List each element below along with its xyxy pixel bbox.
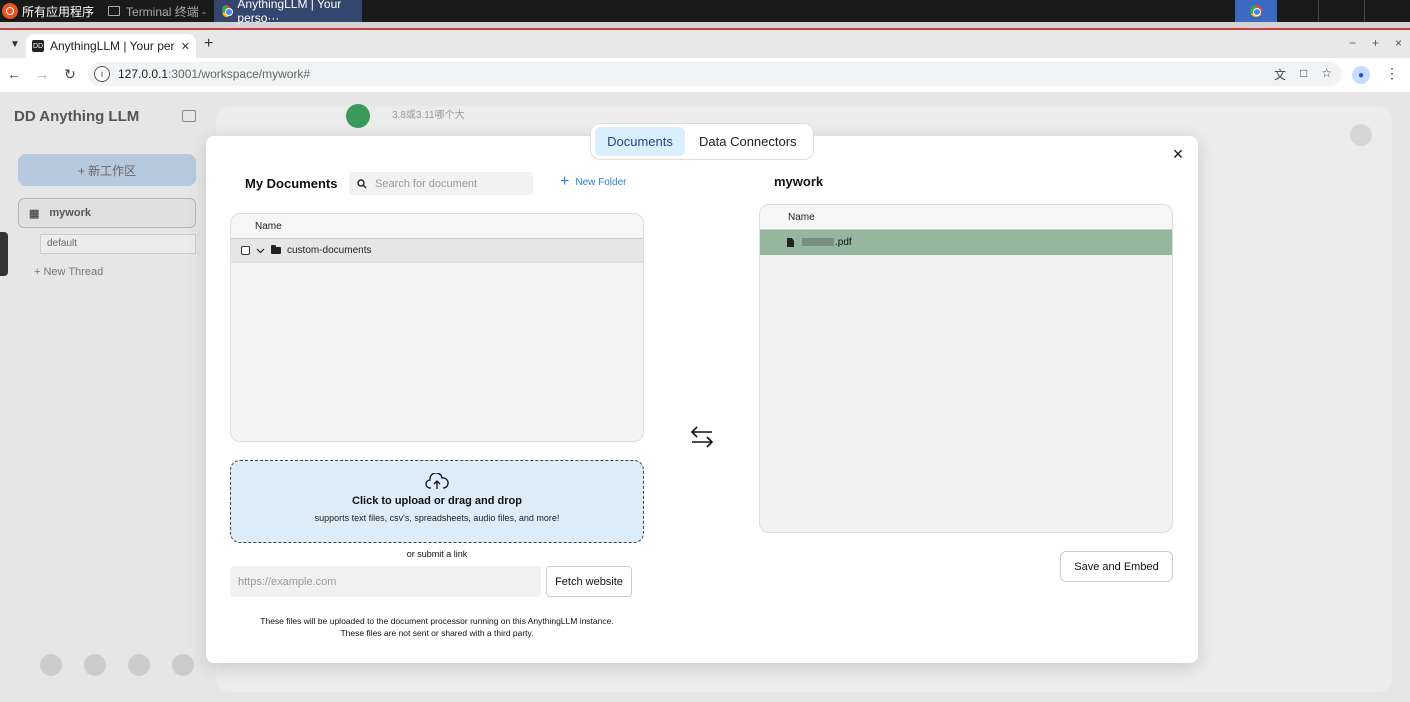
new-folder-label: New Folder (575, 176, 627, 188)
workspace-name: mywork (49, 207, 91, 219)
my-documents-panel: Name custom-documents (230, 213, 644, 442)
footer-icon[interactable] (128, 654, 150, 676)
new-thread-button[interactable]: + New Thread (34, 266, 103, 278)
workspace-documents-title: mywork (774, 174, 824, 189)
window-controls: − + × (1349, 36, 1402, 50)
taskbar-item-browser[interactable]: AnythingLLM | Your perso··· (214, 0, 363, 25)
browser-menu-icon[interactable]: ⋮ (1385, 65, 1399, 82)
chrome-icon (1250, 5, 1262, 17)
url-path: :3001/workspace/mywork# (168, 67, 311, 81)
tab-data-connectors[interactable]: Data Connectors (689, 127, 807, 156)
forward-arrow-icon[interactable]: → (34, 66, 50, 82)
disclaimer-line: These files will be uploaded to the docu… (260, 616, 614, 626)
close-modal-icon[interactable]: × (1170, 145, 1186, 163)
folder-row[interactable]: custom-documents (231, 239, 643, 263)
anythingllm-favicon-icon: DD (32, 40, 44, 52)
tab-search-icon[interactable]: ▼ (4, 33, 26, 55)
fetch-website-button[interactable]: Fetch website (546, 566, 632, 597)
url-text[interactable]: 127.0.0.1:3001/workspace/mywork# (118, 67, 310, 81)
taskbar-item-terminal[interactable]: Terminal 终端 - (100, 0, 214, 22)
page-icon[interactable]: □ (1300, 66, 1307, 83)
url-host: 127.0.0.1 (118, 67, 169, 81)
chevron-down-icon[interactable] (256, 248, 265, 254)
document-search[interactable] (349, 172, 533, 195)
swap-arrows-icon (690, 426, 714, 448)
new-tab-button[interactable]: + (204, 35, 213, 53)
sidebar-item-mywork[interactable]: ▦ mywork (18, 198, 196, 228)
tray-divider (1364, 0, 1365, 22)
profile-avatar-icon[interactable]: ● (1352, 66, 1370, 84)
chat-avatar (346, 104, 370, 128)
sidebar-footer (40, 654, 194, 676)
address-bar[interactable]: i 127.0.0.1:3001/workspace/mywork# 文 □ ☆ (88, 62, 1342, 86)
or-submit-link-label: or submit a link (406, 549, 468, 559)
upload-dropzone[interactable]: Click to upload or drag and drop support… (230, 460, 644, 543)
chrome-icon (222, 5, 234, 17)
file-icon (787, 238, 794, 247)
column-header-name: Name (760, 205, 1172, 230)
bookmark-star-icon[interactable]: ☆ (1321, 66, 1332, 83)
omnibox-actions: 文 □ ☆ (1274, 66, 1332, 83)
my-documents-title: My Documents (245, 176, 338, 191)
sidebar: DD Anything LLM + 新工作区 ▦ mywork default … (0, 92, 210, 702)
folder-checkbox[interactable] (241, 246, 250, 255)
folder-icon (271, 245, 281, 254)
file-name: .pdf (802, 237, 852, 248)
settings-wrench-icon[interactable] (172, 654, 194, 676)
chat-message-preview: 3.8或3.11哪个大 (392, 110, 465, 121)
cloud-upload-icon (425, 473, 449, 489)
site-info-icon[interactable]: i (94, 66, 110, 82)
edge-drawer-handle[interactable] (0, 232, 8, 276)
upload-subtitle: supports text files, csv's, spreadsheets… (314, 513, 560, 523)
ubuntu-logo-icon (2, 3, 18, 19)
upload-title: Click to upload or drag and drop (352, 495, 522, 507)
file-row[interactable]: .pdf (760, 230, 1172, 255)
close-window-button[interactable]: × (1395, 36, 1402, 50)
folder-name: custom-documents (287, 245, 372, 256)
tab-documents[interactable]: Documents (595, 127, 685, 156)
minimize-button[interactable]: − (1349, 36, 1356, 50)
redacted-filename (802, 238, 834, 247)
translate-icon[interactable]: 文 (1274, 66, 1286, 83)
column-header-name: Name (231, 214, 643, 239)
tab-title: AnythingLLM | Your persona (50, 39, 175, 53)
maximize-button[interactable]: + (1372, 36, 1379, 50)
thread-default[interactable]: default (40, 234, 196, 254)
footer-icon[interactable] (84, 654, 106, 676)
reload-icon[interactable]: ↻ (62, 66, 78, 83)
browser-tab-anythingllm[interactable]: DD AnythingLLM | Your persona ✕ (26, 34, 196, 58)
start-menu-button[interactable]: 所有应用程序 (0, 0, 100, 22)
taskbar-item-label: Terminal 终端 - (126, 4, 207, 19)
plus-icon: + (560, 173, 570, 190)
search-icon (357, 178, 367, 188)
disclaimer-line: These files are not sent or shared with … (340, 628, 534, 638)
taskbar-item-label: AnythingLLM | Your perso··· (237, 0, 342, 25)
sidebar-toggle-icon[interactable] (182, 110, 196, 122)
new-folder-button[interactable]: + New Folder (560, 173, 627, 190)
terminal-icon (108, 6, 121, 16)
modal-tab-bar: Documents Data Connectors (590, 123, 814, 160)
save-and-embed-button[interactable]: Save and Embed (1060, 551, 1173, 582)
search-input[interactable] (375, 177, 525, 190)
footer-icon[interactable] (40, 654, 62, 676)
workspace-documents-panel: Name .pdf (759, 204, 1173, 533)
app-logo: DD Anything LLM (14, 108, 140, 125)
os-taskbar: 所有应用程序 Terminal 终端 - AnythingLLM | Your … (0, 0, 1410, 25)
start-menu-label: 所有应用程序 (22, 4, 95, 19)
browser-toolbar: ← → ↻ i 127.0.0.1:3001/workspace/mywork#… (0, 58, 1410, 90)
file-extension: .pdf (835, 237, 852, 248)
chat-action-icon[interactable] (1350, 124, 1372, 146)
workspace-grid-icon: ▦ (29, 207, 40, 220)
link-url-input[interactable] (230, 566, 541, 597)
tray-chrome-launcher[interactable] (1235, 0, 1277, 22)
new-workspace-button[interactable]: + 新工作区 (18, 154, 196, 186)
tab-strip: ▼ DD AnythingLLM | Your persona ✕ + − + … (0, 30, 1410, 58)
back-arrow-icon[interactable]: ← (6, 66, 22, 82)
tray-divider (1318, 0, 1319, 22)
tab-close-icon[interactable]: ✕ (181, 40, 190, 53)
upload-disclaimer: These files will be uploaded to the docu… (230, 615, 644, 639)
